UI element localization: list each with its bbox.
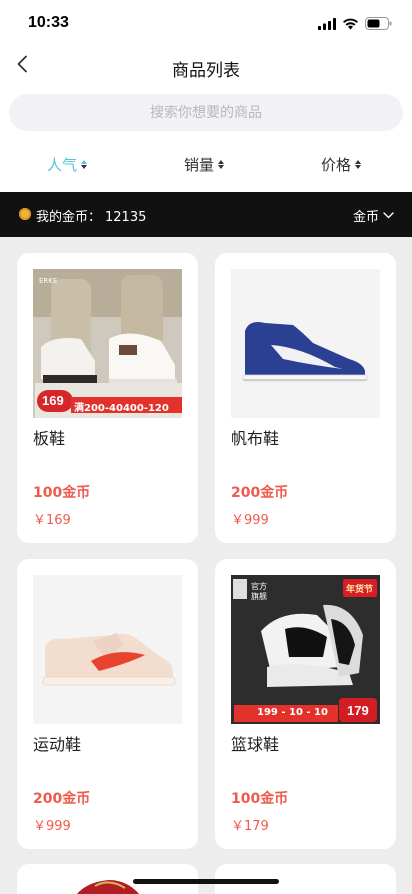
sort-popularity[interactable]: 人气 [47, 154, 88, 175]
search-bar [0, 88, 412, 138]
coin-icon [19, 208, 31, 220]
sort-arrows-icon [218, 160, 225, 169]
sort-popularity-label: 人气 [47, 156, 78, 174]
sneaker-image [33, 575, 182, 724]
product-image: 官方 旗舰 年货节 199 - 10 - 10 179 [231, 575, 380, 724]
product-coin-price: 100金币 [231, 791, 289, 807]
product-image [33, 575, 182, 724]
coin-bar: 我的金币： 12135 金币 [0, 192, 412, 237]
status-bar: 10:33 [0, 0, 412, 48]
product-coin-price: 200金币 [231, 485, 289, 501]
cellular-signal-icon [318, 17, 336, 30]
price-strip-text: 199 - 10 - 10 [257, 707, 328, 718]
sort-arrows-icon [355, 160, 362, 169]
product-card[interactable]: 官方 旗舰 年货节 199 - 10 - 10 179 篮球鞋 100金币 ￥1… [215, 559, 396, 849]
product-price: ￥999 [33, 819, 71, 834]
sort-sales-label: 销量 [184, 156, 215, 174]
product-name: 帆布鞋 [231, 429, 280, 448]
chevron-down-icon [383, 212, 394, 219]
product-name: 运动鞋 [33, 735, 82, 754]
page-title: 商品列表 [172, 61, 240, 81]
sort-price-label: 价格 [321, 156, 352, 174]
image-price: 169 [42, 393, 64, 408]
product-coin-price: 100金币 [33, 485, 91, 501]
promo-text: 满200-40400-120 [74, 403, 169, 414]
product-name: 板鞋 [33, 429, 66, 448]
svg-text:ERKE: ERKE [39, 277, 57, 285]
wifi-icon [343, 18, 358, 29]
product-price: ￥169 [33, 513, 71, 528]
coin-balance-value: 12135 [105, 210, 147, 225]
product-card[interactable]: ERKE 169 满200-40400-120 板鞋 100金币 ￥169 [17, 253, 198, 543]
svg-text:旗舰: 旗舰 [251, 591, 267, 601]
final-price-text: 179 [347, 703, 369, 718]
product-image [231, 269, 380, 418]
currency-dropdown-label: 金币 [352, 210, 379, 225]
sort-bar: 人气 销量 价格 [0, 138, 412, 192]
search-input[interactable] [9, 94, 403, 131]
sort-sales[interactable]: 销量 [184, 154, 225, 175]
svg-text:官方: 官方 [251, 581, 267, 591]
status-icons [318, 17, 392, 30]
currency-dropdown[interactable]: 金币 [353, 206, 394, 225]
festival-stamp-text: 年货节 [346, 585, 374, 595]
coin-balance-label: 我的金币： [36, 210, 102, 225]
product-coin-price: 200金币 [33, 791, 91, 807]
battery-icon [365, 17, 392, 30]
product-card[interactable]: 运动鞋 200金币 ￥999 [17, 559, 198, 849]
nav-bar: 商品列表 [0, 48, 412, 88]
product-name: 篮球鞋 [231, 735, 280, 754]
product-price: ￥179 [231, 819, 269, 834]
product-card[interactable]: 帆布鞋 200金币 ￥999 [215, 253, 396, 543]
canvas-shoe-image [231, 269, 380, 418]
sort-price[interactable]: 价格 [321, 154, 362, 175]
status-time: 10:33 [28, 14, 69, 31]
product-image: ERKE 169 满200-40400-120 [33, 269, 182, 418]
sort-arrows-icon [81, 160, 88, 169]
home-indicator [133, 879, 279, 884]
product-price: ￥999 [231, 513, 269, 528]
coin-balance: 我的金币： 12135 [36, 206, 146, 225]
